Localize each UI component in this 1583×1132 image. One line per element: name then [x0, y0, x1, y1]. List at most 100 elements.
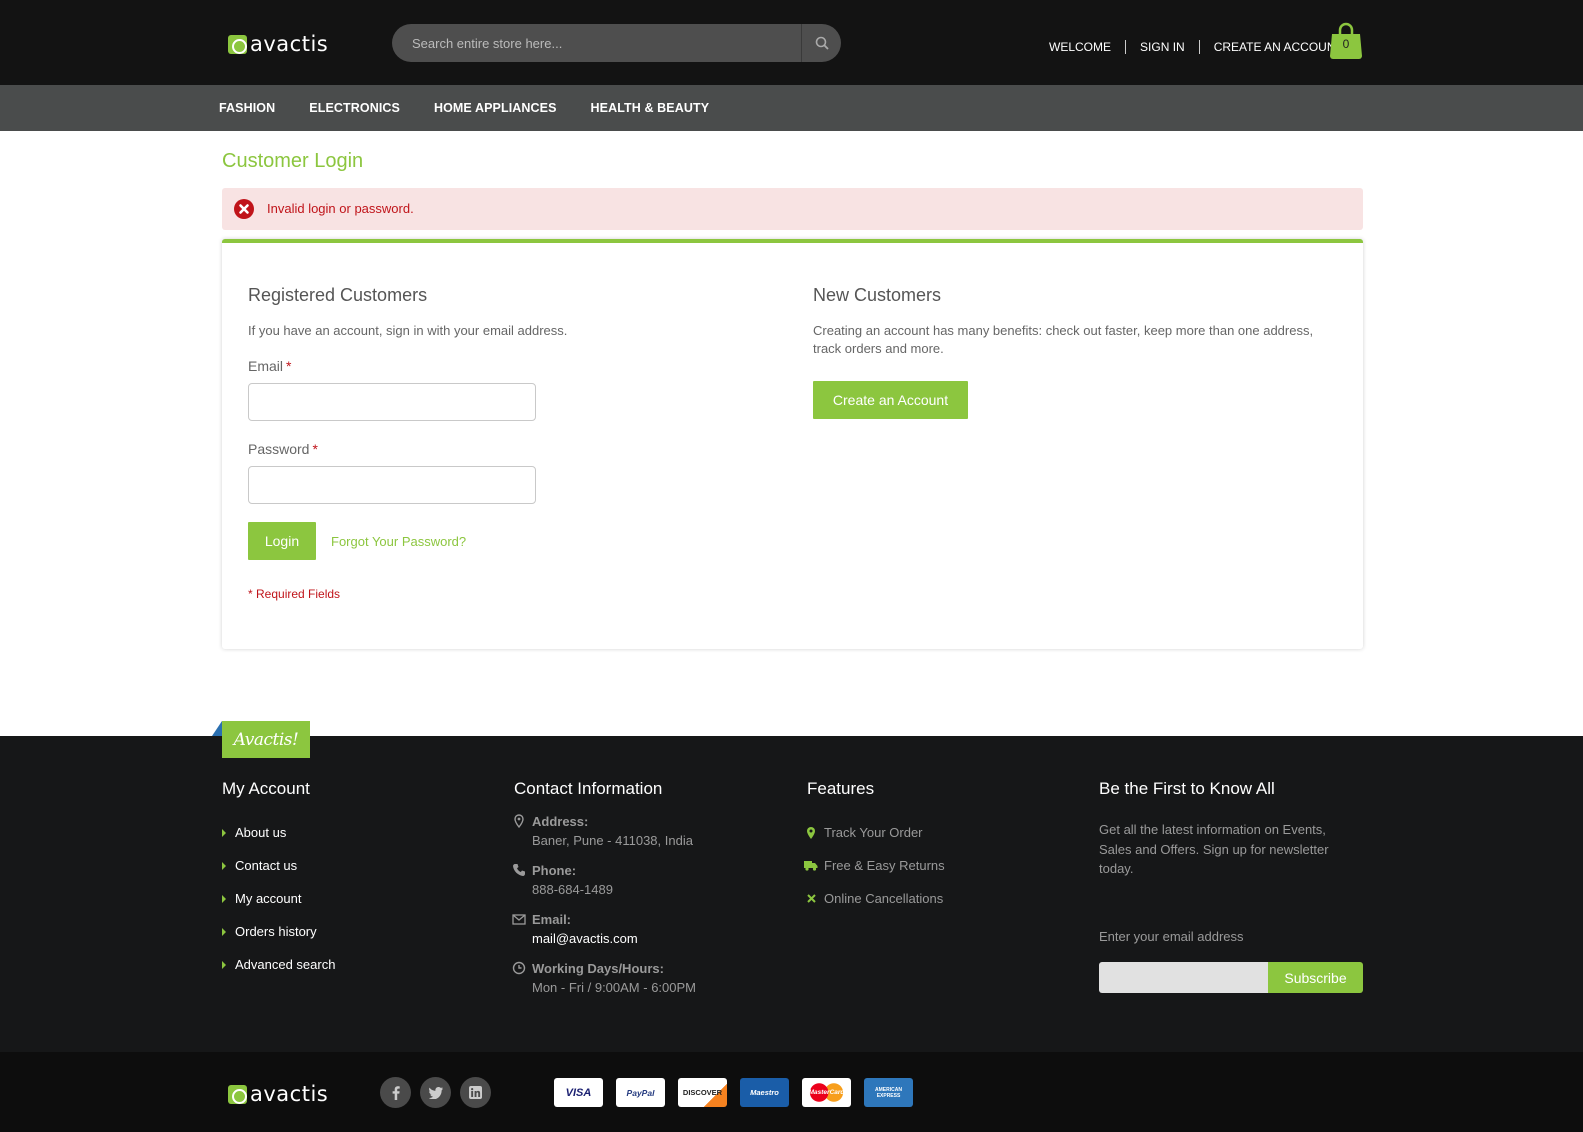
nav-item-electronics[interactable]: ELECTRONICS — [309, 101, 400, 115]
footer-link-my-account[interactable]: My account — [222, 882, 335, 915]
footer-link-advanced-search[interactable]: Advanced search — [222, 948, 335, 981]
alert-message: Invalid login or password. — [267, 201, 414, 216]
page-title: Customer Login — [222, 150, 364, 172]
email-field[interactable] — [248, 383, 536, 421]
list-item-label: About us — [235, 825, 287, 840]
password-field[interactable] — [248, 466, 536, 504]
arrow-right-icon — [222, 960, 226, 969]
logo-text: avactis — [250, 32, 329, 56]
sign-in-link[interactable]: SIGN IN — [1140, 40, 1185, 54]
list-item-label: Orders history — [235, 924, 317, 939]
footer-link-orders-history[interactable]: Orders history — [222, 915, 335, 948]
discover-icon: DISCOVER — [678, 1078, 727, 1107]
feature-item: Free & Easy Returns — [804, 849, 945, 882]
login-button[interactable]: Login — [248, 522, 316, 560]
subscribe-button[interactable]: Subscribe — [1268, 962, 1363, 993]
logo[interactable]: avactis — [228, 32, 329, 56]
feature-label: Online Cancellations — [824, 891, 944, 906]
search-icon — [815, 36, 829, 50]
contact-hours: Working Days/Hours: Mon - Fri / 9:00AM -… — [512, 959, 696, 997]
contact-email: Email: mail@avactis.com — [512, 910, 638, 948]
contact-address: Address: Baner, Pune - 411038, India — [514, 812, 693, 850]
my-account-title: My Account — [222, 779, 310, 798]
new-customers-title: New Customers — [813, 285, 942, 305]
feature-item: Track Your Order — [804, 816, 945, 849]
cart-button[interactable]: 0 — [1329, 22, 1363, 59]
newsletter-email-input[interactable] — [1099, 962, 1269, 993]
hours-label: Working Days/Hours: — [532, 961, 664, 976]
linkedin-button[interactable] — [460, 1077, 491, 1108]
registered-customers-title: Registered Customers — [248, 285, 428, 305]
feature-label: Track Your Order — [824, 825, 923, 840]
truck-icon — [804, 859, 818, 873]
envelope-icon — [512, 914, 526, 925]
divider — [1125, 40, 1127, 54]
registered-customers-desc: If you have an account, sign in with you… — [248, 323, 568, 338]
search-box — [392, 24, 841, 62]
email-link[interactable]: mail@avactis.com — [532, 929, 638, 948]
create-account-button[interactable]: Create an Account — [813, 381, 968, 419]
contact-info-title: Contact Information — [514, 779, 663, 798]
search-input[interactable] — [392, 24, 801, 62]
american-express-icon: AMERICAN EXPRESS — [864, 1078, 913, 1107]
features-title: Features — [807, 779, 875, 798]
arrow-right-icon — [222, 927, 226, 936]
footer-brand-tab: Avactis! — [212, 721, 310, 758]
nav-item-home-appliances[interactable]: HOME APPLIANCES — [434, 101, 557, 115]
map-marker-icon — [804, 826, 818, 840]
bottom-bar: avactis VISA PayPal DISCOVER Maestro Mas… — [0, 1052, 1583, 1132]
password-label: Password * — [248, 441, 318, 457]
facebook-icon — [392, 1085, 400, 1100]
phone-icon — [513, 864, 525, 876]
nav-item-fashion[interactable]: FASHION — [219, 101, 275, 115]
create-account-link[interactable]: CREATE AN ACCOUNT — [1214, 40, 1343, 54]
list-item-label: Advanced search — [235, 957, 336, 972]
arrow-right-icon — [222, 828, 226, 837]
list-item-label: My account — [235, 891, 302, 906]
search-button[interactable] — [801, 24, 841, 62]
error-alert: Invalid login or password. — [222, 188, 1363, 230]
feature-item: Online Cancellations — [804, 882, 945, 915]
address-label: Address: — [532, 814, 589, 829]
forgot-password-link[interactable]: Forgot Your Password? — [331, 534, 466, 549]
main-nav: FASHION ELECTRONICS HOME APPLIANCES HEAL… — [0, 85, 1583, 131]
newsletter-desc: Get all the latest information on Events… — [1099, 822, 1329, 876]
footer-logo[interactable]: avactis — [228, 1082, 329, 1106]
facebook-button[interactable] — [380, 1077, 411, 1108]
feature-label: Free & Easy Returns — [824, 858, 945, 873]
required-star: * — [286, 358, 292, 374]
clock-icon — [512, 961, 526, 975]
visa-icon: VISA — [554, 1078, 603, 1107]
list-item-label: Contact us — [235, 858, 298, 873]
new-customers-desc: Creating an account has many benefits: c… — [813, 323, 1314, 356]
mastercard-icon: MasterCard — [802, 1078, 851, 1107]
newsletter-email-label: Enter your email address — [1099, 929, 1244, 944]
login-panel: Registered Customers If you have an acco… — [222, 239, 1363, 649]
footer: Avactis! My Account About us Contact us … — [0, 721, 1583, 1052]
logo-mark-icon — [228, 34, 247, 54]
footer-link-contact-us[interactable]: Contact us — [222, 849, 335, 882]
maestro-icon: Maestro — [740, 1078, 789, 1107]
arrow-right-icon — [222, 894, 226, 903]
header: avactis WELCOME SIGN IN CREATE AN ACCOUN… — [0, 0, 1583, 85]
footer-link-about-us[interactable]: About us — [222, 816, 335, 849]
divider — [1198, 40, 1200, 54]
email-label-text: Email — [248, 358, 284, 374]
my-account-list: About us Contact us My account Orders hi… — [222, 816, 335, 981]
contact-phone: Phone: 888-684-1489 — [513, 861, 613, 899]
email-label: Email: — [532, 912, 572, 927]
logo-text: avactis — [250, 1082, 329, 1106]
hours-value: Mon - Fri / 9:00AM - 6:00PM — [532, 980, 696, 995]
features-list: Track Your Order Free & Easy Returns Onl… — [804, 816, 945, 915]
nav-item-health-beauty[interactable]: HEALTH & BEAUTY — [591, 101, 710, 115]
twitter-button[interactable] — [420, 1077, 451, 1108]
welcome-link[interactable]: WELCOME — [1049, 40, 1111, 54]
top-links: WELCOME SIGN IN CREATE AN ACCOUNT — [1049, 40, 1343, 54]
map-pin-icon — [514, 814, 524, 828]
arrow-right-icon — [222, 861, 226, 870]
linkedin-icon — [469, 1086, 482, 1099]
email-label: Email * — [248, 358, 291, 374]
error-icon — [234, 199, 254, 219]
phone-value: 888-684-1489 — [532, 882, 613, 897]
twitter-icon — [428, 1086, 443, 1099]
